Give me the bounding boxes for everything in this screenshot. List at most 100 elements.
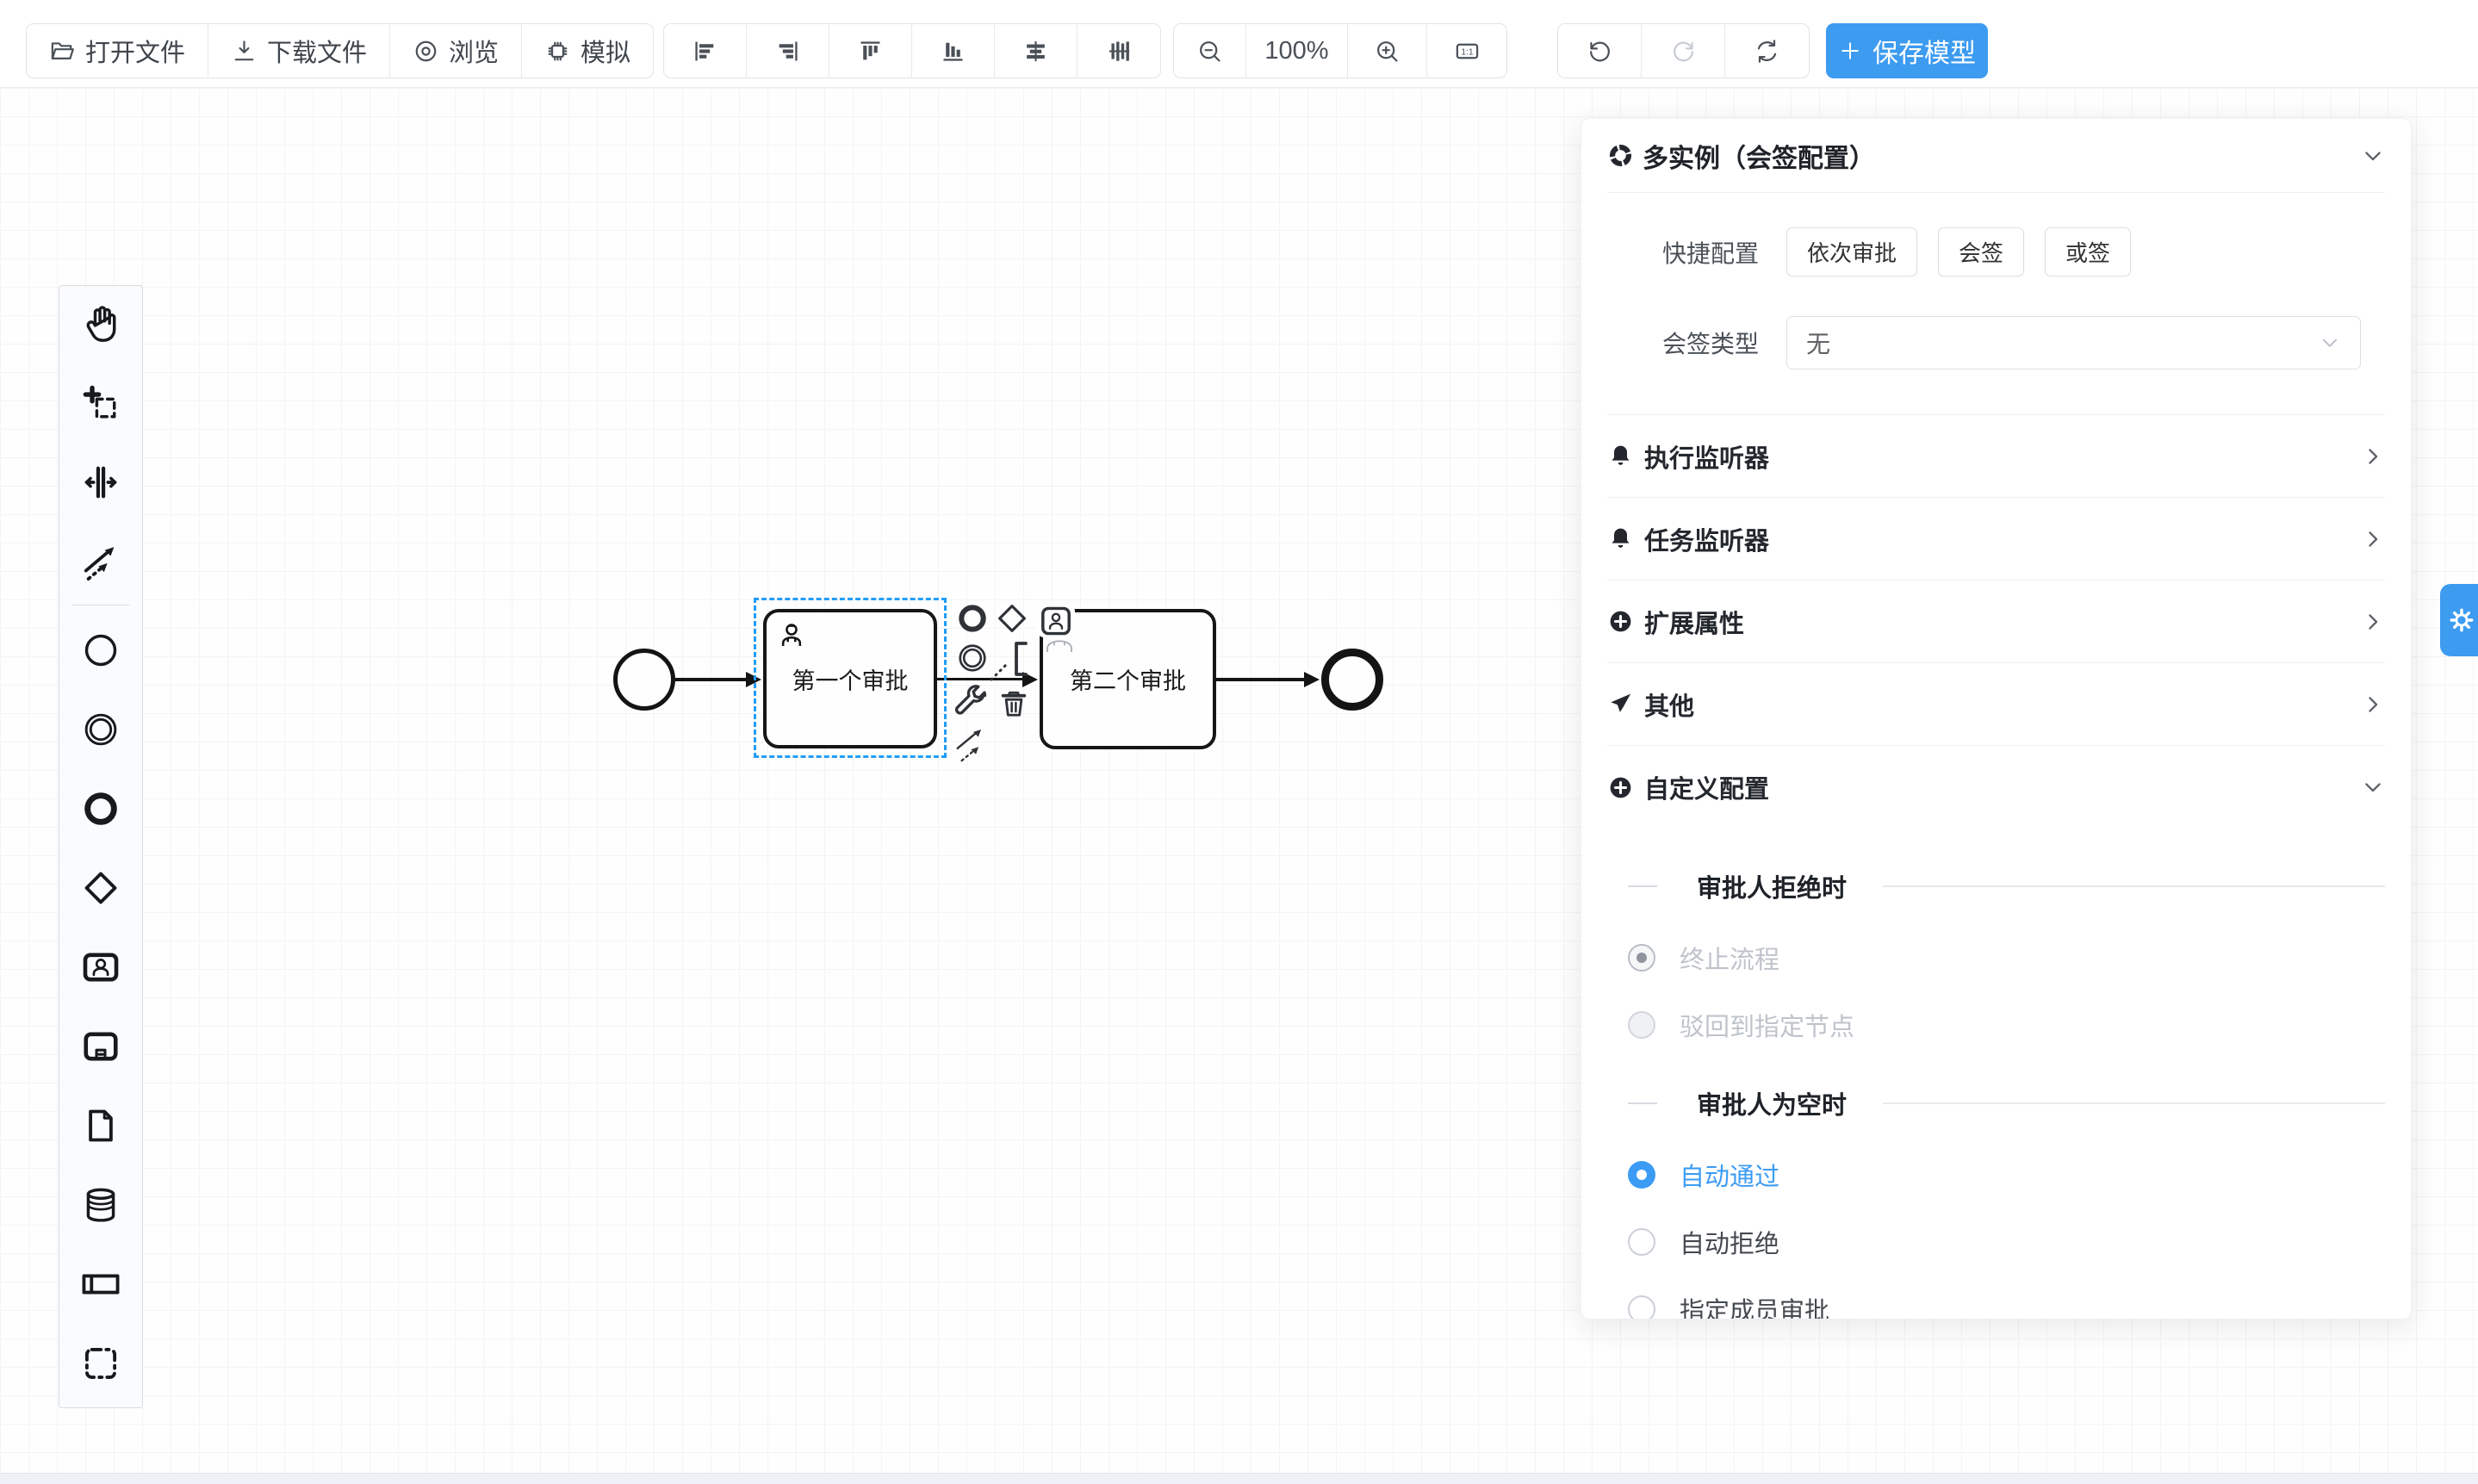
file-button-group: 打开文件 下载文件 浏览 模拟 [26,23,654,78]
sign-type-select[interactable]: 无 [1786,316,2361,369]
sequence-flow-3[interactable] [1216,678,1304,681]
zoom-out-icon [1196,38,1223,65]
empty-section-title: 审批人为空时 [1607,1085,2385,1121]
connect-tool-icon[interactable] [953,723,992,766]
align-top-button[interactable] [829,24,912,78]
sign-type-value: 无 [1806,326,1830,360]
radio-label: 驳回到指定节点 [1680,1007,1854,1043]
section-label: 扩展属性 [1644,604,1744,640]
history-button-group [1557,23,1810,78]
global-connect-tool[interactable] [81,542,121,581]
radio-button-selected[interactable] [1628,1161,1655,1189]
create-intermediate-event[interactable] [81,710,121,749]
append-end-event-icon[interactable] [956,602,989,635]
append-gateway-icon[interactable] [992,601,1032,636]
user-task-person-icon [775,619,808,652]
task-label: 第二个审批 [1070,662,1186,696]
open-file-button[interactable]: 打开文件 [27,24,208,78]
panel-toggle-tab[interactable] [2440,584,2478,656]
gear-icon [2448,606,2475,634]
create-end-event[interactable] [81,789,121,829]
divider-line [1883,885,2385,887]
create-group[interactable] [81,1344,121,1383]
panel-title: 多实例（会签配置） [1643,137,1875,175]
radio-label: 指定成员审批 [1680,1291,1829,1319]
sequential-approve-button[interactable]: 依次审批 [1786,227,1917,276]
create-participant[interactable] [81,1264,121,1304]
radio-auto-reject[interactable]: 自动拒绝 [1607,1221,2385,1263]
create-data-object[interactable] [81,1106,121,1146]
bell-icon [1607,443,1634,469]
radio-label: 自动通过 [1680,1157,1779,1193]
section-extended-properties[interactable]: 扩展属性 [1607,581,2385,663]
section-execution-listener[interactable]: 执行监听器 [1607,415,2385,498]
chevron-right-icon [2361,527,2385,551]
space-tool[interactable] [81,463,121,502]
lasso-tool[interactable] [81,383,121,423]
sequence-flow-1[interactable] [675,678,746,681]
start-event-node[interactable] [613,649,675,711]
create-start-event[interactable] [81,630,121,670]
save-model-button[interactable]: 保存模型 [1826,23,1988,78]
align-center-horizontal-icon [1022,38,1049,65]
hand-tool[interactable] [81,304,121,344]
change-type-wrench-icon[interactable] [951,684,989,720]
section-label: 任务监听器 [1644,521,1769,557]
section-task-listener[interactable]: 任务监听器 [1607,498,2385,581]
section-custom-config[interactable]: 自定义配置 [1607,746,2385,829]
radio-return-to-node[interactable]: 驳回到指定节点 [1607,1004,2385,1046]
or-sign-button[interactable]: 或签 [2045,227,2131,276]
align-bottom-icon [940,38,966,65]
align-center-horizontal-button[interactable] [995,24,1078,78]
simulate-button[interactable]: 模拟 [522,24,653,78]
save-model-label: 保存模型 [1872,32,1976,70]
radio-button[interactable] [1628,1295,1655,1319]
append-intermediate-event-icon[interactable] [956,642,989,674]
sequence-flow-1-arrowhead [746,672,761,687]
bell-icon [1607,525,1634,552]
one-to-one-icon: 1:1 [1454,38,1481,65]
radio-label: 终止流程 [1680,940,1779,976]
send-icon [1607,691,1634,717]
align-bottom-button[interactable] [912,24,995,78]
download-file-button[interactable]: 下载文件 [208,24,390,78]
chevron-right-icon [2361,610,2385,634]
section-other[interactable]: 其他 [1607,663,2385,746]
chevron-down-icon[interactable] [2361,144,2385,168]
redo-button[interactable] [1642,24,1725,78]
radio-button-disabled[interactable] [1628,1011,1655,1039]
countersign-button[interactable]: 会签 [1938,227,2024,276]
radio-button[interactable] [1628,1228,1655,1256]
radio-button-selected-disabled[interactable] [1628,944,1655,972]
radio-assign-member[interactable]: 指定成员审批 [1607,1288,2385,1319]
panel-header[interactable]: 多实例（会签配置） [1607,119,2385,193]
append-user-task-icon[interactable] [1037,605,1075,637]
align-right-button[interactable] [747,24,829,78]
delete-trash-icon[interactable] [997,685,1030,721]
create-call-activity[interactable] [81,1027,121,1066]
zoom-in-button[interactable] [1348,24,1427,78]
end-event-node[interactable] [1321,649,1383,711]
section-label: 其他 [1644,686,1694,723]
radio-terminate-process[interactable]: 终止流程 [1607,937,2385,978]
reject-section-title: 审批人拒绝时 [1607,868,2385,904]
eye-icon [413,38,439,65]
zoom-button-group: 100% 1:1 [1173,23,1507,78]
redo-icon [1670,38,1697,65]
create-data-store[interactable] [81,1185,121,1225]
user-task-node-1[interactable]: 第一个审批 [763,609,937,748]
horizontal-scrollbar-track[interactable] [0,1473,2478,1484]
zoom-actual-size-button[interactable]: 1:1 [1427,24,1506,78]
preview-button[interactable]: 浏览 [390,24,522,78]
zoom-out-button[interactable] [1174,24,1246,78]
plus-circle-icon [1607,608,1634,635]
reset-button[interactable] [1725,24,1809,78]
align-center-vertical-button[interactable] [1078,24,1160,78]
append-text-annotation-icon[interactable] [987,637,1034,684]
create-gateway[interactable] [81,868,121,908]
undo-button[interactable] [1558,24,1642,78]
radio-auto-pass[interactable]: 自动通过 [1607,1154,2385,1195]
align-left-button[interactable] [664,24,747,78]
create-user-task[interactable] [81,947,121,987]
simulate-label: 模拟 [581,33,630,69]
